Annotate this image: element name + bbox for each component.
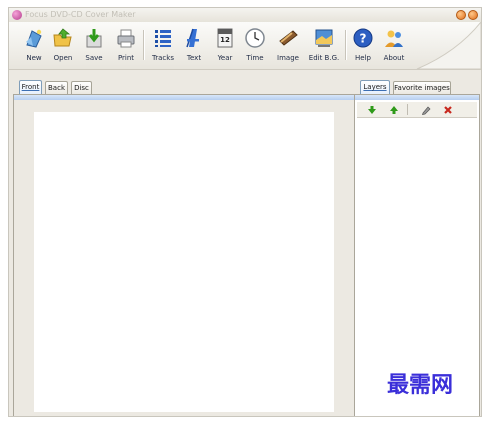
edit-pencil-icon [421, 100, 431, 119]
text-label: Text [186, 54, 202, 62]
tab-front-label: Front [21, 83, 40, 91]
print-label: Print [117, 54, 135, 62]
new-label: New [26, 54, 42, 62]
delete-layer-button[interactable] [441, 103, 455, 116]
layers-panel [354, 94, 480, 416]
close-button[interactable] [468, 10, 478, 20]
tab-favorite-images-label: Favorite images [394, 84, 450, 92]
panel-header-strip [14, 95, 355, 100]
tab-layers-label: Layers [363, 83, 387, 91]
tracks-list-icon [152, 26, 174, 50]
image-icon [277, 26, 299, 50]
edit-background-icon [313, 26, 335, 50]
calendar-icon: 12 [214, 26, 236, 50]
svg-text:?: ? [360, 32, 367, 46]
move-up-arrow-icon [389, 100, 399, 119]
move-layer-up-button[interactable] [387, 103, 401, 116]
cover-canvas[interactable] [34, 112, 334, 412]
edit-background-label: Edit B.G. [308, 54, 340, 62]
about-users-icon [383, 26, 405, 50]
toolbar-separator [345, 30, 347, 60]
open-label: Open [53, 54, 73, 62]
tab-favorite-images[interactable]: Favorite images [393, 81, 451, 94]
edit-background-button[interactable]: Edit B.G. [307, 24, 341, 67]
layers-toolbar-separator [407, 104, 408, 115]
print-button[interactable]: Print [113, 24, 139, 67]
tab-disc-label: Disc [74, 84, 89, 92]
title-bar: Focus DVD-CD Cover Maker [9, 8, 481, 22]
clock-icon [244, 26, 266, 50]
year-button[interactable]: 12 Year [212, 24, 238, 67]
save-button[interactable]: Save [81, 24, 107, 67]
tab-front[interactable]: Front [19, 80, 42, 95]
window-title: Focus DVD-CD Cover Maker [25, 10, 136, 19]
app-window: Focus DVD-CD Cover Maker New Open Save P… [8, 7, 482, 417]
text-button[interactable]: Text [181, 24, 207, 67]
app-icon [12, 10, 22, 20]
open-folder-icon [52, 26, 74, 50]
toolbar-decoration [416, 22, 481, 69]
open-button[interactable]: Open [49, 24, 77, 67]
tab-layers[interactable]: Layers [360, 80, 390, 95]
save-icon [83, 26, 105, 50]
cover-editor-panel [13, 94, 356, 416]
new-button[interactable]: New [21, 24, 47, 67]
move-layer-down-button[interactable] [365, 103, 379, 116]
tracks-label: Tracks [152, 54, 174, 62]
watermark-text: 最需网 [387, 372, 454, 398]
tab-back-label: Back [48, 84, 65, 92]
delete-x-icon [443, 100, 453, 119]
tab-disc[interactable]: Disc [71, 81, 92, 94]
layers-toolbar [357, 102, 477, 118]
tab-back[interactable]: Back [45, 81, 68, 94]
time-label: Time [246, 54, 264, 62]
printer-icon [115, 26, 137, 50]
time-button[interactable]: Time [242, 24, 268, 67]
edit-layer-button[interactable] [419, 103, 433, 116]
main-toolbar: New Open Save Print Tracks Text 12 Year … [9, 22, 481, 70]
tracks-button[interactable]: Tracks [148, 24, 178, 67]
minimize-button[interactable] [456, 10, 466, 20]
about-button[interactable]: About [380, 24, 408, 67]
help-button[interactable]: ? Help [350, 24, 376, 67]
move-down-arrow-icon [367, 100, 377, 119]
image-button[interactable]: Image [273, 24, 303, 67]
about-label: About [383, 54, 405, 62]
new-file-icon [23, 26, 45, 50]
image-label: Image [277, 54, 299, 62]
year-label: Year [217, 54, 233, 62]
calendar-badge-text: 12 [220, 36, 230, 44]
help-icon: ? [352, 26, 374, 50]
help-label: Help [355, 54, 371, 62]
toolbar-separator [143, 30, 145, 60]
text-a-icon [183, 26, 205, 50]
save-label: Save [85, 54, 103, 62]
